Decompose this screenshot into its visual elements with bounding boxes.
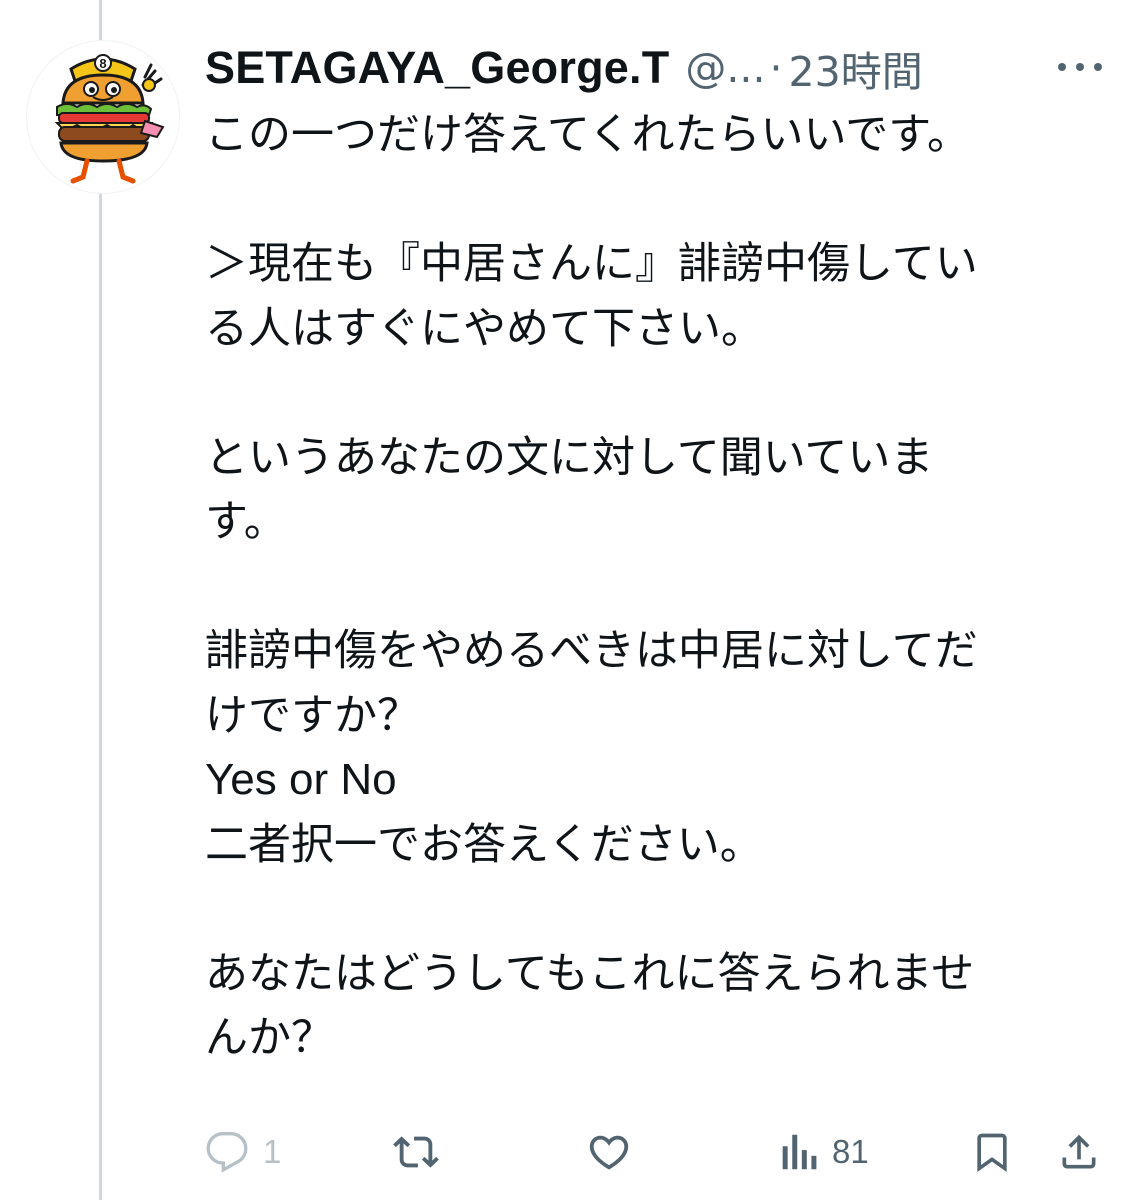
- retweet-button[interactable]: [393, 1125, 453, 1179]
- text-line: というあなたの文に対して聞いていま: [205, 432, 934, 483]
- tweet-text: この一つだけ答えてくれたらいいです。 ＞現在も『中居さんに』誹謗中傷してい る人…: [205, 103, 1085, 1071]
- tweet-header: SETAGAYA_George.T @... · 23時間: [205, 38, 923, 98]
- tweet-paragraph: この一つだけ答えてくれたらいいです。: [205, 103, 1085, 168]
- like-button[interactable]: [586, 1125, 646, 1179]
- text-line: 誹謗中傷をやめるべきは中居に対してだ: [205, 626, 978, 676]
- bookmark-icon: [977, 1133, 1007, 1173]
- retweet-icon: [393, 1136, 439, 1168]
- text-line: あなたはどうしてもこれに答えられませ: [205, 948, 975, 999]
- text-line: ＞現在も『中居さんに』誹謗中傷してい: [205, 239, 978, 289]
- text-line: る人はすぐにやめて下さい。: [205, 303, 764, 354]
- tweet-paragraph: というあなたの文に対して聞いていま す。: [205, 426, 1085, 555]
- action-bar: 1 81: [0, 1125, 1131, 1179]
- more-options-icon[interactable]: [1058, 60, 1102, 74]
- cap-number: 8: [99, 56, 106, 71]
- heart-icon: [589, 1135, 629, 1170]
- text-line: けですか？: [205, 690, 420, 741]
- share-button[interactable]: [1057, 1125, 1101, 1179]
- views-icon: [782, 1134, 817, 1170]
- reply-count: 1: [263, 1133, 282, 1170]
- reply-button[interactable]: 1: [205, 1125, 281, 1179]
- timestamp[interactable]: 23時間: [789, 38, 923, 98]
- text-line: んか？: [205, 1013, 334, 1063]
- views-count: 81: [832, 1133, 869, 1170]
- text-line: 二者択一でお答えください。: [205, 819, 763, 870]
- avatar[interactable]: 8: [26, 40, 180, 194]
- meta-separator: ·: [769, 44, 783, 92]
- hamburger-mascot-icon: 8: [54, 54, 165, 184]
- text-line: この一つだけ答えてくれたらいいです。: [205, 110, 970, 160]
- text-line: Yes or No: [205, 755, 397, 804]
- tweet-paragraph: ＞現在も『中居さんに』誹謗中傷してい る人はすぐにやめて下さい。: [205, 232, 1085, 361]
- tweet-paragraph: あなたはどうしてもこれに答えられませ んか？: [205, 942, 1085, 1071]
- display-name[interactable]: SETAGAYA_George.T: [205, 42, 669, 94]
- bookmark-button[interactable]: [970, 1125, 1014, 1179]
- tweet-paragraph: 誹謗中傷をやめるべきは中居に対してだ けですか？ Yes or No 二者択一で…: [205, 619, 1085, 877]
- user-handle[interactable]: @...: [685, 44, 765, 92]
- views-button[interactable]: 81: [778, 1125, 869, 1179]
- reply-icon: [206, 1132, 248, 1173]
- text-line: す。: [205, 497, 287, 547]
- share-icon: [1062, 1134, 1096, 1169]
